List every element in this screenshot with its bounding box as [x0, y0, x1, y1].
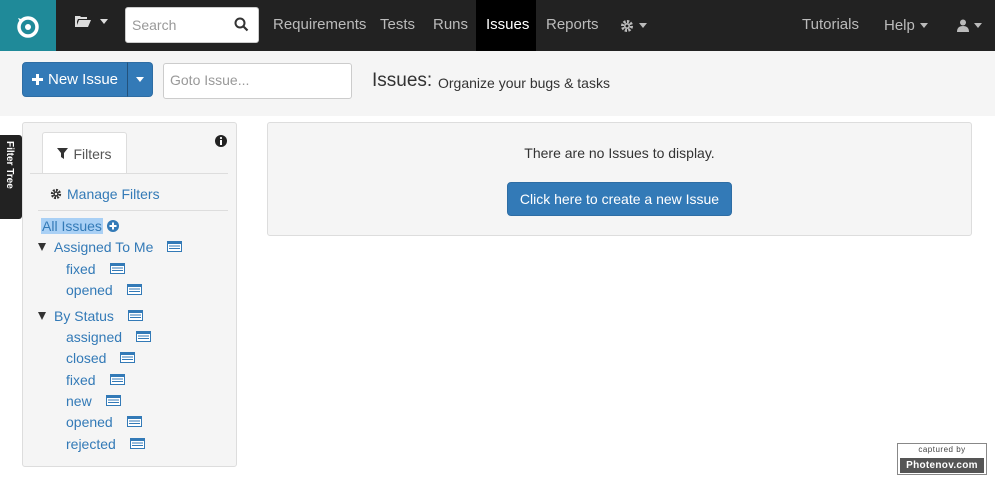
watermark-line1: captured by	[918, 445, 966, 454]
tree-group-assigned-to-me[interactable]: Assigned To Me	[54, 239, 183, 255]
tree-item-fixed[interactable]: fixed	[66, 261, 125, 277]
list-icon[interactable]	[105, 393, 121, 409]
group-label: Assigned To Me	[54, 239, 154, 255]
new-issue-label: New Issue	[47, 71, 119, 88]
settings-menu[interactable]	[610, 0, 657, 51]
goto-issue-box	[163, 63, 352, 99]
list-icon[interactable]	[109, 261, 125, 277]
issues-empty-panel: There are no Issues to display.	[267, 122, 972, 236]
tree-item-fixed[interactable]: fixed	[66, 372, 125, 388]
goto-issue-input[interactable]	[170, 64, 350, 96]
tree-item-opened[interactable]: opened	[66, 282, 142, 298]
user-menu[interactable]	[947, 0, 992, 51]
search-box	[125, 7, 259, 43]
new-issue-dropdown-toggle[interactable]	[127, 62, 153, 97]
tree-item-label: assigned	[66, 329, 123, 345]
tree-item-label: opened	[66, 282, 113, 298]
page-subtitle: Organize your bugs & tasks	[438, 75, 610, 91]
tree-item-label: new	[66, 393, 92, 409]
help-menu[interactable]: Help	[874, 0, 938, 51]
nav-reports[interactable]: Reports	[536, 0, 609, 51]
tree-item-closed[interactable]: closed	[66, 350, 136, 366]
search-icon[interactable]	[234, 17, 249, 32]
logo-icon	[17, 15, 39, 38]
chevron-down-icon	[639, 23, 647, 28]
empty-message: There are no Issues to display.	[524, 145, 715, 161]
watermark-line2: Photenov.com	[900, 458, 984, 473]
tree-item-new[interactable]: new	[66, 393, 121, 409]
collapse-triangle-icon[interactable]	[38, 312, 46, 320]
gear-icon	[50, 188, 62, 200]
user-icon	[957, 19, 969, 32]
list-icon[interactable]	[129, 436, 145, 452]
page-title: Issues:	[372, 70, 433, 91]
create-issue-button[interactable]: Click here to create a new Issue	[507, 182, 732, 216]
manage-divider	[38, 210, 228, 211]
info-icon[interactable]	[215, 135, 227, 147]
help-label: Help	[884, 17, 915, 34]
tree-item-label: closed	[66, 350, 107, 366]
watermark-badge: captured by Photenov.com	[897, 443, 987, 475]
nav-runs[interactable]: Runs	[423, 0, 478, 51]
plus-icon	[31, 74, 43, 85]
nav-tutorials[interactable]: Tutorials	[792, 0, 869, 51]
collapse-triangle-icon[interactable]	[38, 243, 46, 251]
filter-tree-label: Filter Tree	[4, 141, 15, 189]
folder-menu[interactable]	[75, 15, 108, 28]
tree-item-label: fixed	[66, 372, 96, 388]
nav-tests[interactable]: Tests	[370, 0, 425, 51]
tree-item-label: fixed	[66, 261, 96, 277]
nav-issues[interactable]: Issues	[476, 0, 536, 51]
chevron-down-icon	[919, 23, 928, 28]
tree-item-rejected[interactable]: rejected	[66, 436, 145, 452]
list-icon[interactable]	[109, 372, 125, 388]
group-label: By Status	[54, 308, 114, 324]
top-navbar: Requirements Tests Runs Issues Reports T…	[0, 0, 995, 51]
tree-group-by-status[interactable]: By Status	[54, 308, 143, 324]
tab-filters-label: Filters	[73, 145, 112, 162]
chevron-down-icon	[100, 19, 108, 24]
tree-item-label: rejected	[66, 436, 116, 452]
list-icon[interactable]	[167, 239, 183, 255]
tree-item-label: opened	[66, 414, 113, 430]
tree-item-assigned[interactable]: assigned	[66, 329, 152, 345]
tab-filters[interactable]: Filters	[42, 132, 127, 174]
nav-requirements[interactable]: Requirements	[263, 0, 376, 51]
folder-open-icon	[75, 16, 91, 27]
gear-icon	[621, 19, 633, 32]
tree-all-issues[interactable]: All Issues	[41, 218, 119, 234]
list-icon[interactable]	[126, 282, 142, 298]
list-icon[interactable]	[127, 308, 143, 324]
filter-icon	[57, 148, 69, 159]
tab-divider	[30, 173, 228, 174]
filter-tree-toggle[interactable]: Filter Tree	[0, 135, 22, 219]
tree-item-opened[interactable]: opened	[66, 414, 142, 430]
plus-circle-icon[interactable]	[106, 220, 119, 232]
list-icon[interactable]	[120, 350, 136, 366]
manage-filters-link[interactable]: Manage Filters	[50, 186, 160, 202]
list-icon[interactable]	[136, 329, 152, 345]
chevron-down-icon	[974, 23, 982, 28]
chevron-down-icon	[136, 77, 144, 82]
list-icon[interactable]	[126, 414, 142, 430]
app-logo[interactable]	[0, 0, 56, 51]
new-issue-button[interactable]: New Issue	[22, 62, 128, 97]
all-issues-label: All Issues	[41, 218, 103, 234]
search-input[interactable]	[132, 10, 236, 40]
manage-filters-label: Manage Filters	[67, 186, 160, 202]
